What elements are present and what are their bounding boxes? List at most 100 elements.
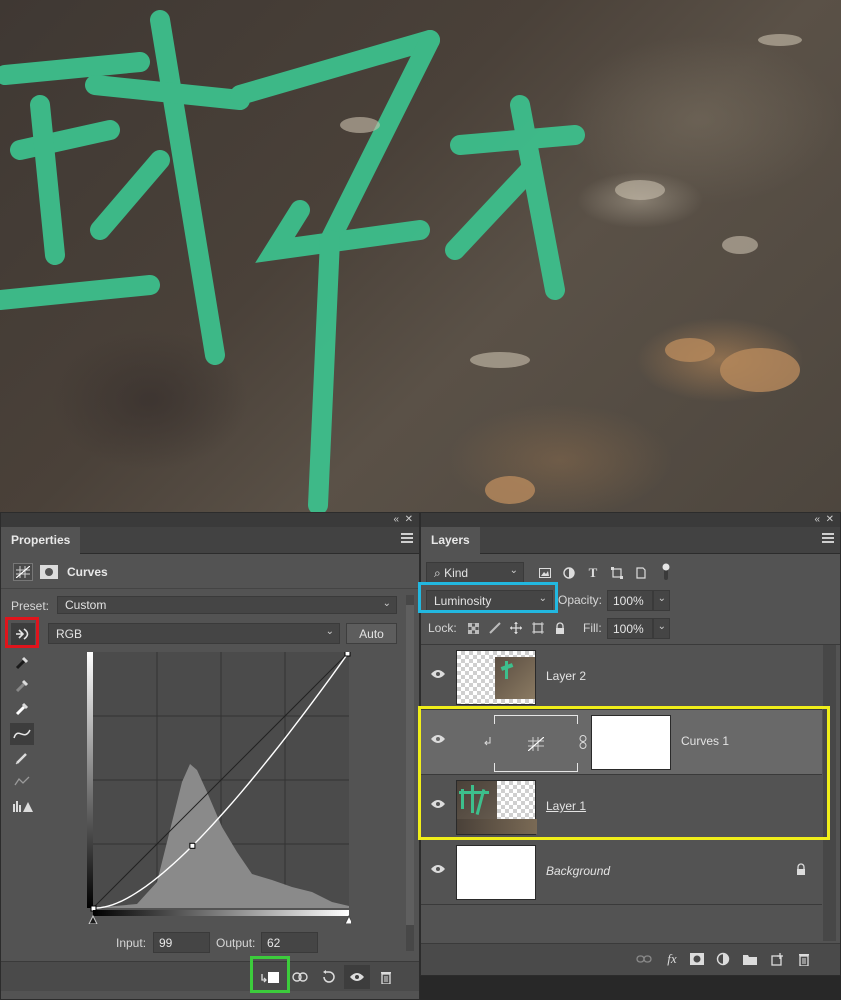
blend-mode-value: Luminosity (434, 594, 492, 608)
link-layers-icon[interactable] (634, 950, 654, 968)
black-slider-handle (88, 914, 98, 925)
opacity-field[interactable]: 100% (607, 590, 653, 611)
chevron-down-icon: ⌄ (509, 565, 518, 576)
lock-artboard-icon[interactable] (530, 620, 546, 636)
smooth-curve-icon[interactable] (12, 771, 32, 791)
channel-dropdown[interactable]: RGB ⌄ (48, 623, 340, 644)
layer-thumbnail (456, 780, 537, 835)
layer-name[interactable]: Layer 1 (546, 799, 586, 813)
clipping-arrow-icon (483, 736, 493, 748)
curve-control-point (189, 842, 196, 849)
properties-panel-header: « ✕ (1, 513, 419, 527)
curves-adjustment-icon (528, 737, 544, 751)
auto-button[interactable]: Auto (346, 623, 397, 644)
layer-thumbnail (456, 845, 536, 900)
pencil-icon[interactable] (12, 748, 32, 768)
collapse-icon[interactable]: « (393, 514, 399, 525)
layers-bottom-bar: fx (421, 943, 840, 975)
input-field[interactable]: 99 (153, 932, 210, 953)
lock-transparent-pixels-icon[interactable] (465, 620, 481, 636)
opacity-label: Opacity: (558, 593, 603, 607)
lock-image-pixels-icon[interactable] (487, 620, 503, 636)
layer-mask-thumbnail[interactable] (591, 715, 671, 770)
panel-menu-icon[interactable] (822, 533, 834, 543)
delete-trash-icon[interactable] (374, 966, 398, 988)
tab-layers[interactable]: Layers (421, 527, 480, 554)
filter-pixel-icon[interactable] (536, 564, 554, 582)
mask-icon[interactable] (39, 563, 59, 581)
new-group-folder-icon[interactable] (740, 950, 760, 968)
visibility-eye-icon[interactable] (431, 799, 445, 809)
fill-label: Fill: (583, 621, 602, 635)
close-icon[interactable]: ✕ (405, 514, 413, 525)
curves-adjustment-icon (13, 563, 33, 581)
fill-slider-toggle[interactable]: ⌄ (653, 618, 670, 639)
fill-field[interactable]: 100% (607, 618, 653, 639)
layer-row-layer-1[interactable]: Layer 1 (421, 775, 822, 840)
view-previous-state-icon[interactable] (288, 966, 314, 988)
layers-panel-header: « ✕ (421, 513, 840, 527)
filter-adjustment-icon[interactable] (560, 564, 578, 582)
reset-icon[interactable] (316, 966, 342, 988)
chevron-down-icon: ⌄ (657, 621, 666, 632)
search-icon: ⌕ (434, 566, 441, 580)
filter-type-icon[interactable]: T (584, 564, 602, 582)
lock-icon (794, 862, 808, 876)
filter-kind-dropdown[interactable]: ⌕ Kind ⌄ (426, 562, 524, 583)
new-layer-icon[interactable] (767, 950, 787, 968)
collapse-icon[interactable]: « (814, 514, 820, 525)
layer-thumbnail (456, 650, 536, 705)
white-point-eyedropper-icon[interactable] (12, 699, 32, 719)
edit-points-icon[interactable] (10, 723, 34, 745)
lock-position-icon[interactable] (508, 620, 524, 636)
layers-scrollbar[interactable] (823, 645, 836, 941)
filter-toggle-icon[interactable] (660, 561, 672, 583)
panel-dock-gap (420, 976, 841, 1000)
mask-link-icon[interactable] (578, 735, 588, 749)
preset-value: Custom (65, 598, 107, 612)
on-image-adjustment-icon[interactable] (11, 623, 35, 645)
layer-style-fx-icon[interactable]: fx (662, 950, 682, 968)
visibility-eye-icon[interactable] (344, 965, 370, 989)
channel-value: RGB (56, 627, 83, 641)
layers-tabbar: Layers (421, 527, 840, 554)
layer-name[interactable]: Curves 1 (681, 734, 729, 748)
layer-row-layer-2[interactable]: Layer 2 (421, 645, 822, 710)
layer-name[interactable]: Background (546, 864, 610, 878)
properties-panel: « ✕ Properties Curves Preset: Custom ⌄ R… (0, 512, 420, 1000)
black-point-eyedropper-icon[interactable] (12, 653, 32, 673)
layer-name[interactable]: Layer 2 (546, 669, 586, 683)
filter-shape-icon[interactable] (608, 564, 626, 582)
visibility-eye-icon[interactable] (431, 864, 445, 874)
clipping-warning-icon[interactable] (11, 795, 35, 815)
add-mask-icon[interactable] (687, 950, 707, 968)
output-field[interactable]: 62 (261, 932, 318, 953)
gray-point-eyedropper-icon[interactable] (12, 676, 32, 696)
new-adjustment-layer-icon[interactable] (713, 950, 733, 968)
filter-smart-object-icon[interactable] (632, 564, 650, 582)
graffiti-image (0, 10, 802, 512)
properties-scrollbar[interactable] (406, 595, 414, 951)
visibility-eye-icon[interactable] (431, 669, 445, 679)
clip-to-layer-icon[interactable] (257, 966, 283, 988)
input-label: Input: (116, 936, 147, 950)
panel-menu-icon[interactable] (401, 533, 413, 543)
layer-row-curves-1[interactable]: Curves 1 (421, 710, 822, 775)
white-slider-handle (344, 914, 354, 925)
lock-all-icon[interactable] (552, 620, 568, 636)
chevron-down-icon: ⌄ (657, 593, 666, 604)
visibility-eye-icon[interactable] (431, 734, 445, 744)
blend-mode-dropdown[interactable]: Luminosity ⌄ (426, 590, 553, 611)
delete-trash-icon[interactable] (794, 950, 814, 968)
chevron-down-icon: ⌄ (538, 593, 547, 604)
white-point-handle (344, 650, 351, 657)
document-canvas[interactable] (0, 0, 841, 512)
adjustment-title: Curves (67, 565, 108, 579)
layers-panel: « ✕ Layers ⌕ Kind ⌄ T Luminosity ⌄ Opaci… (420, 512, 841, 976)
close-icon[interactable]: ✕ (826, 514, 834, 525)
opacity-slider-toggle[interactable]: ⌄ (653, 590, 670, 611)
curves-graph[interactable] (87, 650, 354, 925)
layer-row-background[interactable]: Background (421, 840, 822, 905)
tab-properties[interactable]: Properties (1, 527, 81, 554)
preset-dropdown[interactable]: Custom ⌄ (57, 596, 397, 614)
